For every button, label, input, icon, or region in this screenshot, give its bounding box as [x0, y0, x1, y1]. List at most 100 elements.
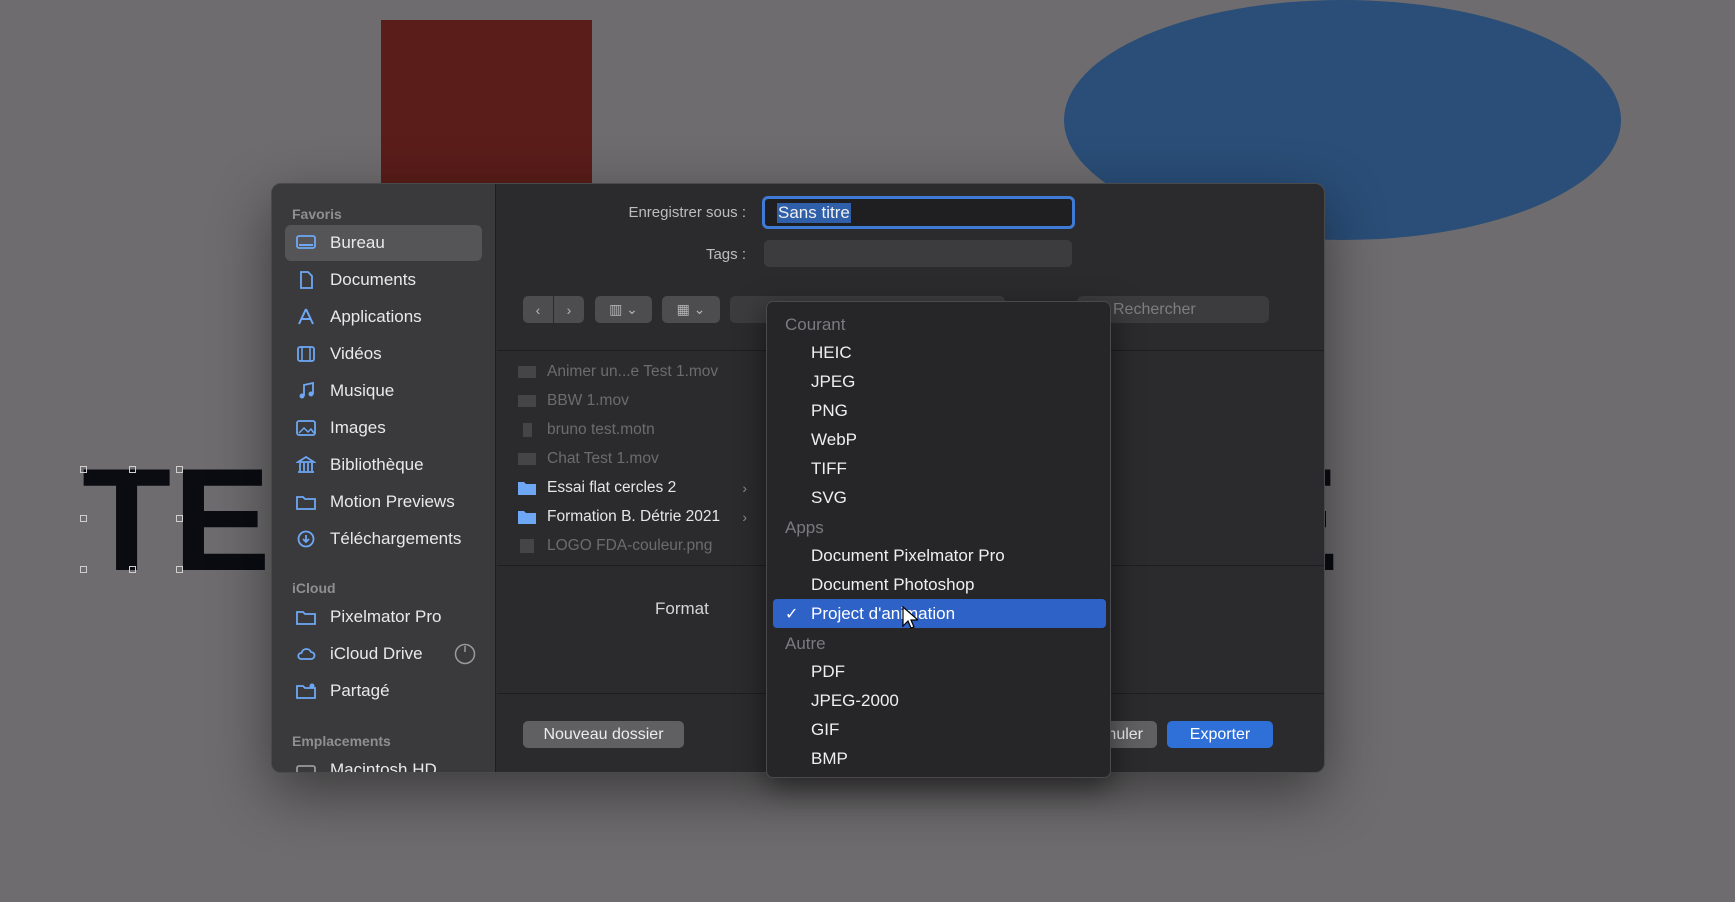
- selection-handle[interactable]: [176, 515, 183, 522]
- selection-handle[interactable]: [80, 515, 87, 522]
- menu-item-bmp[interactable]: BMP: [773, 744, 1106, 773]
- menu-item-png[interactable]: PNG: [773, 396, 1106, 425]
- desktop-icon: [295, 234, 317, 252]
- music-icon: [295, 382, 317, 400]
- library-icon: [295, 456, 317, 474]
- tags-input[interactable]: [764, 240, 1072, 267]
- menu-item-tiff[interactable]: TIFF: [773, 454, 1106, 483]
- file-name: Animer un...e Test 1.mov: [547, 363, 719, 380]
- folder-icon: [295, 608, 317, 626]
- menu-item-document-pixelmator-pro[interactable]: Document Pixelmator Pro: [773, 541, 1106, 570]
- save-as-label: Enregistrer sous :: [628, 204, 746, 221]
- sidebar-item-label: Partagé: [330, 681, 390, 700]
- checkmark-icon: ✓: [785, 605, 799, 623]
- format-label: Format: [655, 599, 709, 618]
- sidebar-item-bureau[interactable]: Bureau: [285, 225, 482, 261]
- menu-item-document-photoshop[interactable]: Document Photoshop: [773, 570, 1106, 599]
- folder-icon: [295, 493, 317, 511]
- menu-item-gif[interactable]: GIF: [773, 715, 1106, 744]
- forward-button[interactable]: ›: [554, 296, 584, 323]
- sidebar-item-icloud-drive[interactable]: iCloud Drive: [285, 636, 482, 672]
- sidebar-item-motion-previews[interactable]: Motion Previews: [285, 484, 482, 520]
- grid-icon: ▦ ⌄: [676, 301, 706, 317]
- file-name: LOGO FDA-couleur.png: [547, 537, 713, 554]
- sidebar-item-pixelmator-pro[interactable]: Pixelmator Pro: [285, 599, 482, 635]
- selection-handle[interactable]: [176, 566, 183, 573]
- sidebar-item-partage[interactable]: Partagé: [285, 673, 482, 709]
- selection-handle[interactable]: [129, 566, 136, 573]
- selection-handle[interactable]: [80, 466, 87, 473]
- shared-folder-icon: [295, 682, 317, 700]
- menu-item-pdf[interactable]: PDF: [773, 657, 1106, 686]
- menu-item-heic[interactable]: HEIC: [773, 338, 1106, 367]
- chevron-right-icon: ›: [566, 301, 572, 318]
- view-mode-button[interactable]: ▥ ⌄: [595, 296, 652, 323]
- menu-item-jpeg[interactable]: JPEG: [773, 367, 1106, 396]
- video-file-icon: [518, 366, 536, 378]
- menu-item-label: Project d'animation: [811, 603, 956, 623]
- cloud-icon: [295, 645, 317, 663]
- sidebar-item-label: Pixelmator Pro: [330, 607, 442, 626]
- tags-label: Tags :: [705, 246, 746, 263]
- applications-icon: [295, 308, 317, 326]
- chevron-right-icon: ›: [742, 480, 747, 496]
- chevron-right-icon: ›: [742, 509, 747, 525]
- film-icon: [295, 345, 317, 363]
- selection-handle[interactable]: [129, 466, 136, 473]
- sidebar-item-label: Documents: [330, 270, 416, 289]
- mouse-pointer-icon: [902, 606, 918, 629]
- sync-progress-icon: [454, 643, 476, 665]
- file-row[interactable]: Animer un...e Test 1.mov: [517, 360, 747, 384]
- format-popup-menu: Courant HEIC JPEG PNG WebP TIFF SVG Apps…: [766, 301, 1111, 778]
- selection-handle[interactable]: [176, 466, 183, 473]
- selection-handle[interactable]: [80, 566, 87, 573]
- menu-item-project-animation[interactable]: ✓ Project d'animation: [773, 599, 1106, 628]
- file-row[interactable]: BBW 1.mov: [517, 389, 747, 413]
- sidebar-item-images[interactable]: Images: [285, 410, 482, 446]
- sidebar-item-label: iCloud Drive: [330, 644, 423, 663]
- image-icon: [295, 419, 317, 437]
- menu-item-webp[interactable]: WebP: [773, 425, 1106, 454]
- file-row[interactable]: LOGO FDA-couleur.png: [517, 534, 747, 558]
- menu-item-svg[interactable]: SVG: [773, 483, 1106, 512]
- image-file-icon: [520, 539, 534, 553]
- sidebar-item-label: Images: [330, 418, 386, 437]
- columns-icon: ▥ ⌄: [609, 301, 638, 317]
- file-name: BBW 1.mov: [547, 392, 629, 409]
- sidebar: Favoris Bureau Documents Applications Vi…: [272, 184, 496, 772]
- file-row[interactable]: Chat Test 1.mov: [517, 447, 747, 471]
- sidebar-item-label: Musique: [330, 381, 395, 400]
- folder-icon: [518, 511, 536, 524]
- export-button[interactable]: Exporter: [1167, 721, 1273, 748]
- sidebar-item-documents[interactable]: Documents: [285, 262, 482, 298]
- sidebar-section-favorites: Favoris: [292, 206, 342, 222]
- sidebar-item-macintosh-hd[interactable]: Macintosh HD: [285, 752, 482, 773]
- sidebar-item-bibliotheque[interactable]: Bibliothèque: [285, 447, 482, 483]
- save-as-input[interactable]: Sans titre: [762, 196, 1075, 229]
- sidebar-item-label: Téléchargements: [330, 529, 462, 548]
- file-row-folder[interactable]: Essai flat cercles 2 ›: [517, 476, 747, 500]
- sidebar-section-locations: Emplacements: [292, 733, 391, 749]
- sidebar-item-label: Bureau: [330, 233, 385, 252]
- new-folder-button[interactable]: Nouveau dossier: [523, 721, 684, 748]
- video-file-icon: [518, 395, 536, 407]
- group-button[interactable]: ▦ ⌄: [662, 296, 720, 323]
- sidebar-item-label: Vidéos: [330, 344, 382, 363]
- sidebar-item-telechargements[interactable]: Téléchargements: [285, 521, 482, 557]
- sidebar-item-musique[interactable]: Musique: [285, 373, 482, 409]
- menu-section-courant: Courant: [785, 315, 846, 334]
- sidebar-item-applications[interactable]: Applications: [285, 299, 482, 335]
- save-as-value: Sans titre: [777, 202, 851, 223]
- motion-file-icon: [523, 423, 532, 437]
- download-icon: [295, 530, 317, 548]
- search-placeholder: Rechercher: [1113, 300, 1196, 318]
- file-row-folder[interactable]: Formation B. Détrie 2021 ›: [517, 505, 747, 529]
- file-row[interactable]: bruno test.motn: [517, 418, 747, 442]
- sidebar-item-label: Motion Previews: [330, 492, 455, 511]
- file-name: bruno test.motn: [547, 421, 655, 438]
- sidebar-item-label: Macintosh HD: [330, 760, 437, 773]
- sidebar-item-videos[interactable]: Vidéos: [285, 336, 482, 372]
- file-name: Essai flat cercles 2: [547, 479, 677, 496]
- back-button[interactable]: ‹: [523, 296, 553, 323]
- menu-item-jpeg-2000[interactable]: JPEG-2000: [773, 686, 1106, 715]
